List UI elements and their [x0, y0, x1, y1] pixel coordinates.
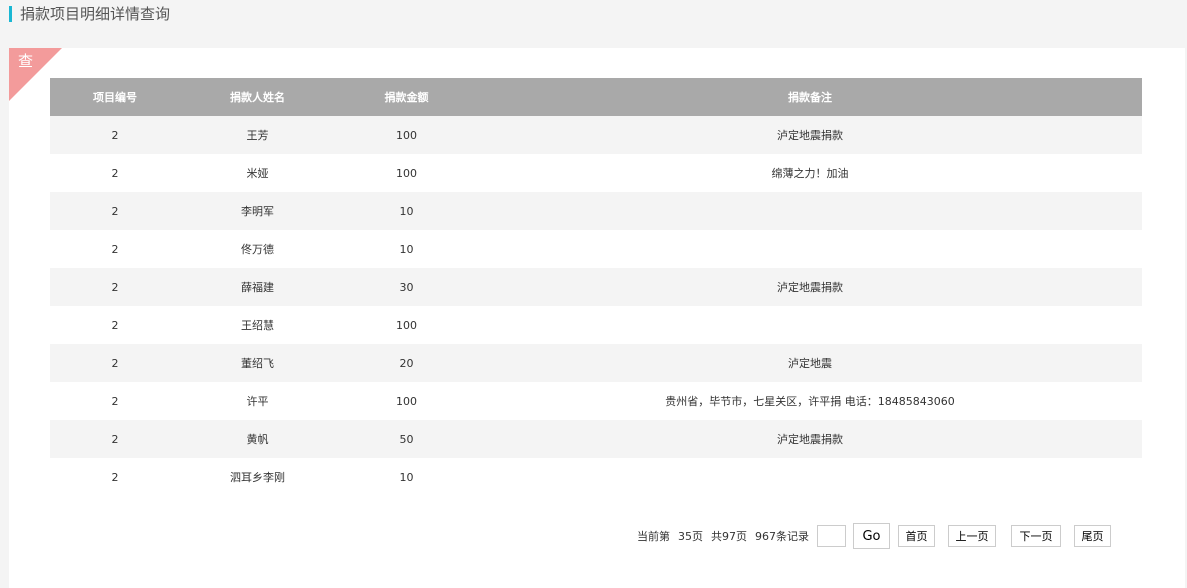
page-number-input[interactable]	[817, 525, 846, 547]
cell-remark	[478, 192, 1142, 230]
cell-amount: 10	[335, 192, 478, 230]
table-row: 2 许平 100 贵州省，毕节市，七星关区，许平捐 电话：18485843060	[50, 382, 1142, 420]
cell-project-id: 2	[50, 306, 180, 344]
cell-project-id: 2	[50, 344, 180, 382]
cell-donor-name: 米娅	[180, 154, 335, 192]
go-button[interactable]: Go	[853, 523, 890, 549]
column-header-remark: 捐款备注	[478, 78, 1142, 116]
title-accent-bar	[9, 6, 12, 22]
cell-amount: 100	[335, 382, 478, 420]
cell-project-id: 2	[50, 192, 180, 230]
cell-remark: 泸定地震捐款	[478, 420, 1142, 458]
page-title: 捐款项目明细详情查询	[20, 5, 171, 23]
page-header: 捐款项目明细详情查询	[9, 4, 170, 24]
query-panel: 查 项目编号 捐款人姓名 捐款金额 捐款备注 2 王芳 100 泸定地震捐款 2 米娅 10…	[9, 48, 1185, 588]
table-row: 2 黄帆 50 泸定地震捐款	[50, 420, 1142, 458]
cell-donor-name: 佟万德	[180, 230, 335, 268]
table-row: 2 佟万德 10	[50, 230, 1142, 268]
cell-amount: 100	[335, 116, 478, 154]
first-page-button[interactable]: 首页	[898, 525, 935, 547]
cell-donor-name: 黄帆	[180, 420, 335, 458]
query-corner-label: 查	[18, 52, 34, 70]
cell-project-id: 2	[50, 154, 180, 192]
cell-project-id: 2	[50, 458, 180, 496]
table-header-row: 项目编号 捐款人姓名 捐款金额 捐款备注	[50, 78, 1142, 116]
cell-amount: 50	[335, 420, 478, 458]
cell-remark: 泸定地震捐款	[478, 268, 1142, 306]
cell-donor-name: 泗耳乡李刚	[180, 458, 335, 496]
column-header-project-id: 项目编号	[50, 78, 180, 116]
cell-project-id: 2	[50, 230, 180, 268]
pager-current-page: 35页	[678, 530, 703, 543]
cell-project-id: 2	[50, 116, 180, 154]
table-row: 2 薛福建 30 泸定地震捐款	[50, 268, 1142, 306]
cell-project-id: 2	[50, 382, 180, 420]
table-row: 2 王芳 100 泸定地震捐款	[50, 116, 1142, 154]
cell-remark: 泸定地震	[478, 344, 1142, 382]
table-row: 2 米娅 100 绵薄之力！加油	[50, 154, 1142, 192]
cell-donor-name: 薛福建	[180, 268, 335, 306]
pager-current-prefix: 当前第	[637, 530, 670, 543]
donation-table: 项目编号 捐款人姓名 捐款金额 捐款备注 2 王芳 100 泸定地震捐款 2 米娅 100 绵…	[50, 78, 1142, 496]
table-row: 2 李明军 10	[50, 192, 1142, 230]
cell-donor-name: 王芳	[180, 116, 335, 154]
cell-amount: 100	[335, 306, 478, 344]
cell-amount: 10	[335, 230, 478, 268]
cell-project-id: 2	[50, 268, 180, 306]
cell-remark: 绵薄之力！加油	[478, 154, 1142, 192]
table-row: 2 泗耳乡李刚 10	[50, 458, 1142, 496]
cell-donor-name: 许平	[180, 382, 335, 420]
pager-total-records: 967条记录	[755, 530, 809, 543]
table-row: 2 董绍飞 20 泸定地震	[50, 344, 1142, 382]
column-header-amount: 捐款金额	[335, 78, 478, 116]
cell-amount: 30	[335, 268, 478, 306]
pagination: 当前第 35页 共97页 967条记录 Go 首页 上一页 下一页 尾页	[637, 523, 1111, 549]
cell-donor-name: 李明军	[180, 192, 335, 230]
next-page-button[interactable]: 下一页	[1011, 525, 1061, 547]
cell-amount: 20	[335, 344, 478, 382]
last-page-button[interactable]: 尾页	[1074, 525, 1111, 547]
cell-remark: 泸定地震捐款	[478, 116, 1142, 154]
cell-project-id: 2	[50, 420, 180, 458]
cell-remark: 贵州省，毕节市，七星关区，许平捐 电话：18485843060	[478, 382, 1142, 420]
pager-total-pages: 共97页	[711, 530, 747, 543]
cell-amount: 100	[335, 154, 478, 192]
cell-remark	[478, 458, 1142, 496]
cell-remark	[478, 230, 1142, 268]
cell-donor-name: 董绍飞	[180, 344, 335, 382]
prev-page-button[interactable]: 上一页	[948, 525, 996, 547]
cell-donor-name: 王绍慧	[180, 306, 335, 344]
table-row: 2 王绍慧 100	[50, 306, 1142, 344]
column-header-donor-name: 捐款人姓名	[180, 78, 335, 116]
cell-amount: 10	[335, 458, 478, 496]
cell-remark	[478, 306, 1142, 344]
